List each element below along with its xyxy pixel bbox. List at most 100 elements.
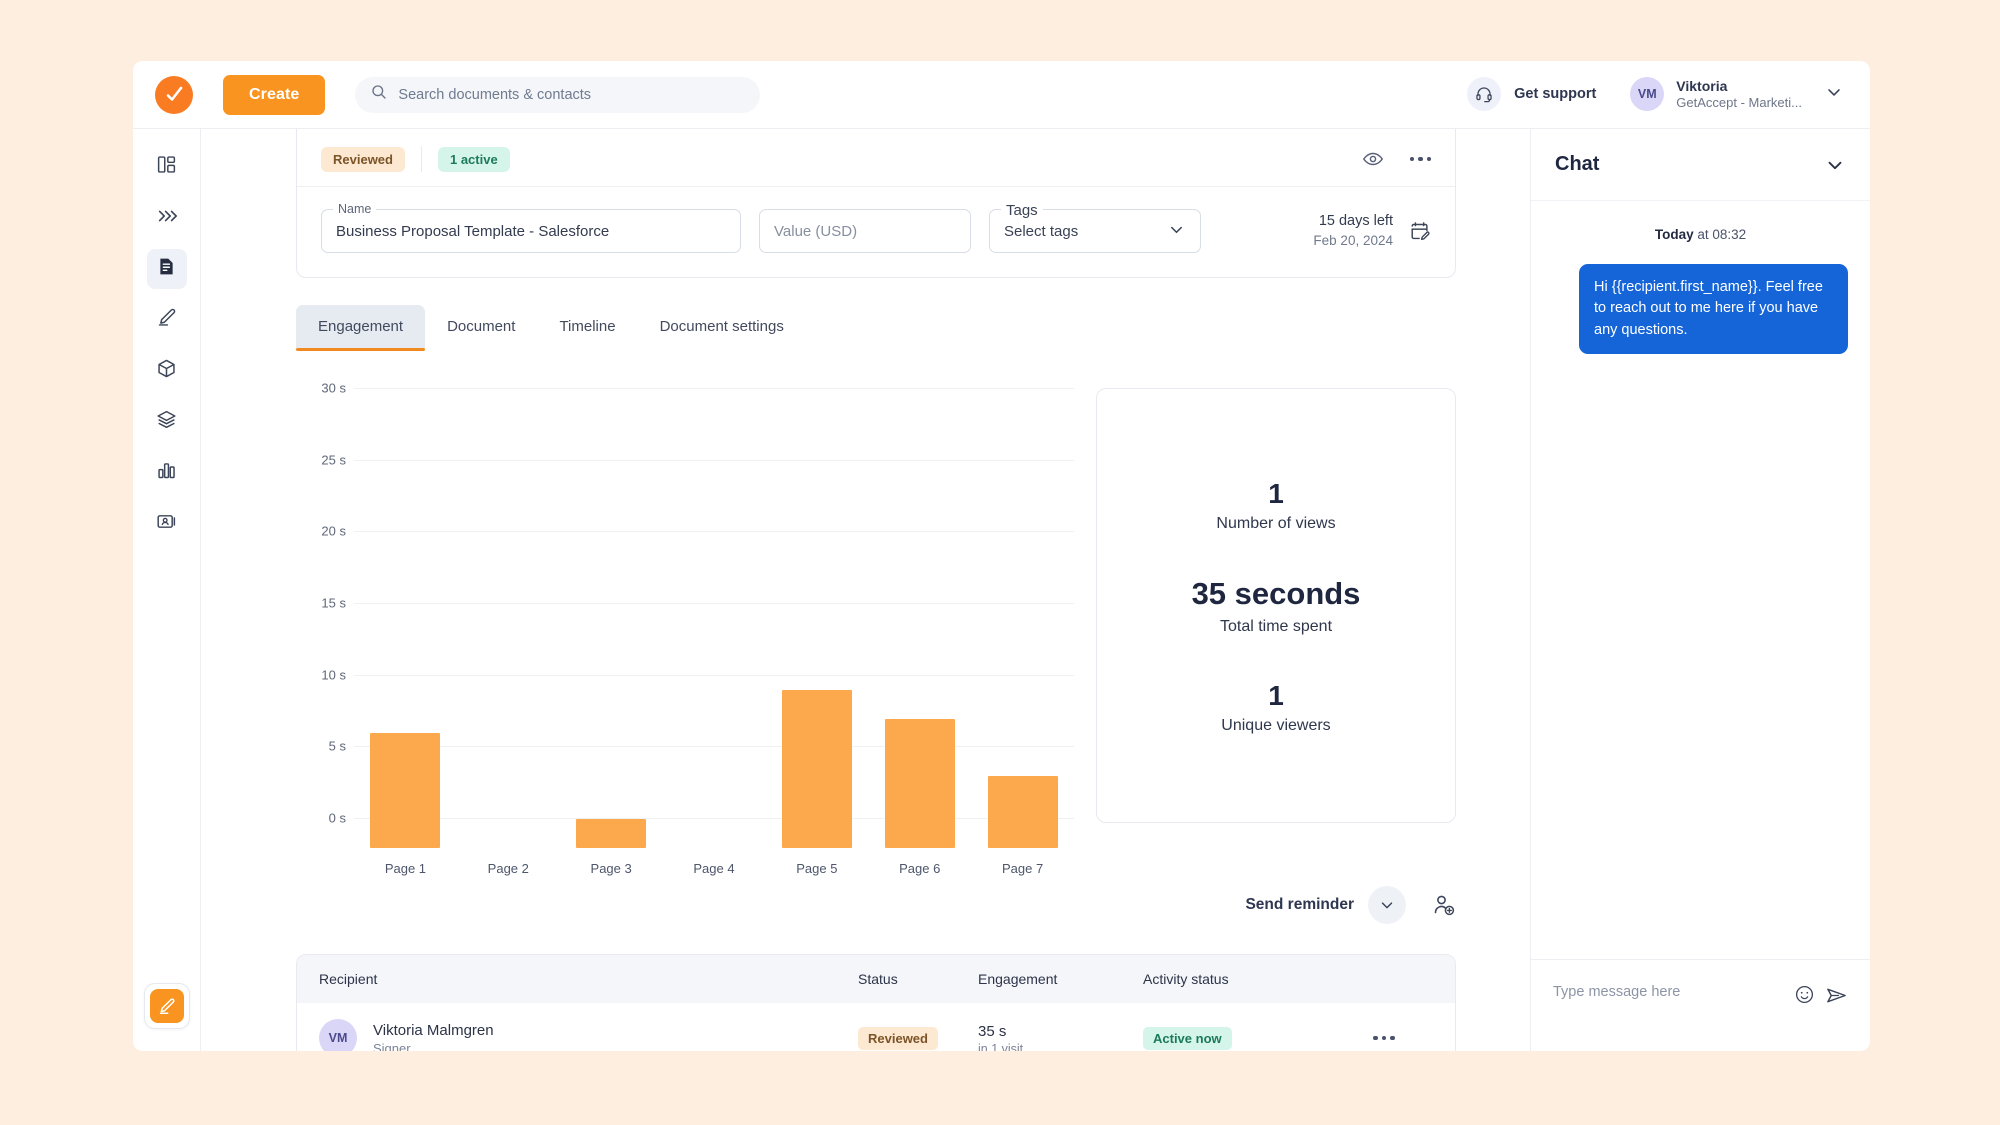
recipient-role: Signer — [373, 1041, 411, 1051]
sidebar-item-content[interactable] — [147, 351, 187, 391]
sidebar-item-analytics[interactable] — [147, 453, 187, 493]
bar-column[interactable]: Page 5 — [765, 418, 868, 876]
document-fields-row: Name Tags Select tags — [297, 187, 1455, 277]
bar[interactable] — [576, 819, 647, 848]
column-engagement: Engagement — [978, 971, 1058, 987]
engagement-stats-card: 1 Number of views 35 seconds Total time … — [1096, 388, 1456, 823]
document-status-row: Reviewed 1 active — [297, 129, 1455, 187]
top-bar-right: Get support VM Viktoria GetAccept - Mark… — [1467, 77, 1844, 112]
recipient-name: Viktoria Malmgren — [373, 1021, 494, 1039]
y-axis-tick-label: 15 s — [321, 595, 346, 611]
chat-panel: Chat Today at 08:32 Hi {{recipient.first… — [1530, 129, 1870, 1051]
search-bar[interactable] — [355, 76, 761, 113]
document-name-field[interactable]: Name — [321, 202, 741, 253]
bar-column[interactable]: Page 4 — [663, 418, 766, 876]
eye-icon[interactable] — [1362, 148, 1384, 170]
more-horizontal-icon[interactable] — [1409, 156, 1431, 162]
total-time-value: 35 seconds — [1191, 576, 1361, 612]
unique-viewers-label: Unique viewers — [1221, 716, 1331, 734]
sidebar-item-dashboard[interactable] — [147, 147, 187, 187]
expiry-block: 15 days left Feb 20, 2024 — [1313, 212, 1431, 250]
sidebar-item-templates[interactable] — [147, 402, 187, 442]
row-actions-cell — [1373, 1035, 1433, 1041]
bar-column[interactable]: Page 6 — [868, 418, 971, 876]
divider — [420, 146, 422, 172]
reminder-actions: Send reminder — [296, 886, 1456, 924]
bar[interactable] — [884, 719, 955, 848]
document-tags-value: Select tags — [1004, 222, 1079, 240]
chevron-down-icon[interactable] — [1167, 220, 1186, 243]
sidebar-item-contacts[interactable] — [147, 504, 187, 544]
tab-timeline[interactable]: Timeline — [537, 305, 637, 348]
y-axis-tick-label: 5 s — [328, 738, 346, 754]
column-activity-status: Activity status — [1143, 971, 1229, 987]
document-value-field[interactable] — [759, 209, 971, 253]
send-paper-plane-icon[interactable] — [1825, 984, 1848, 1007]
main-content: Reviewed 1 active Name Business Proposal… — [201, 129, 1530, 1051]
total-time-label: Total time spent — [1219, 617, 1333, 635]
user-menu[interactable]: VM Viktoria GetAccept - Marketi... — [1630, 77, 1802, 112]
y-axis-tick-label: 20 s — [321, 523, 346, 539]
sidebar-item-pipeline[interactable] — [147, 198, 187, 238]
chat-messages: Today at 08:32 Hi {{recipient.first_name… — [1531, 201, 1870, 959]
sidebar-item-sign[interactable] — [147, 300, 187, 340]
calendar-edit-icon[interactable] — [1409, 220, 1431, 242]
chat-date-time: at 08:32 — [1693, 227, 1747, 242]
bar-series: Page 1 Page 2 Page 3 Page 4 Page 5 Page 6 Page… — [354, 418, 1074, 876]
chat-message-bubble: Hi {{recipient.first_name}}. Feel free t… — [1579, 264, 1848, 355]
smiley-icon[interactable] — [1794, 984, 1815, 1005]
quick-create-button[interactable] — [143, 983, 190, 1029]
grid-line — [354, 388, 1074, 389]
bar[interactable] — [781, 690, 852, 848]
tab-document-settings[interactable]: Document settings — [638, 305, 806, 348]
tab-document[interactable]: Document — [425, 305, 537, 348]
document-tags-label: Tags — [1001, 202, 1043, 219]
unique-viewers-value: 1 — [1268, 679, 1284, 711]
user-info: Viktoria GetAccept - Marketi... — [1676, 77, 1802, 112]
getaccept-check-logo[interactable] — [155, 75, 193, 114]
chat-title: Chat — [1555, 153, 1600, 175]
bar[interactable] — [987, 776, 1058, 848]
get-support-label: Get support — [1514, 86, 1597, 103]
recipient-cell: VM Viktoria Malmgren Signer — [319, 1019, 858, 1051]
tab-engagement[interactable]: Engagement — [296, 305, 426, 351]
create-button[interactable]: Create — [223, 74, 326, 115]
cube-icon — [156, 358, 177, 384]
document-header-card: Reviewed 1 active Name Business Proposal… — [296, 129, 1456, 278]
user-name: Viktoria — [1676, 77, 1728, 94]
document-name-input[interactable] — [336, 222, 726, 240]
app-window: Create Get suppo — [133, 61, 1870, 1051]
bar[interactable] — [370, 733, 441, 848]
user-menu-chevron-down-icon[interactable] — [1824, 82, 1844, 107]
document-tags-select[interactable]: Tags Select tags — [989, 202, 1201, 253]
bar-column[interactable]: Page 3 — [560, 418, 663, 876]
search-icon — [371, 84, 387, 105]
recipients-table-header: Recipient Status Engagement Activity sta… — [297, 955, 1455, 1003]
chat-collapse-chevron-down-icon[interactable] — [1824, 154, 1846, 176]
get-support-button[interactable]: Get support — [1467, 77, 1597, 112]
sign-pen-icon — [156, 307, 177, 333]
engagement-value: 35 s — [978, 1022, 1007, 1040]
table-row[interactable]: VM Viktoria Malmgren Signer Reviewed 35 … — [297, 1003, 1455, 1051]
bar-column[interactable]: Page 7 — [971, 418, 1074, 876]
search-input[interactable] — [398, 86, 745, 103]
column-recipient: Recipient — [319, 971, 378, 987]
document-tabs: Engagement Document Timeline Document se… — [296, 305, 1530, 351]
y-axis-tick-label: 0 s — [328, 810, 346, 826]
expiry-text: 15 days left Feb 20, 2024 — [1313, 212, 1393, 250]
document-value-input[interactable] — [774, 222, 956, 240]
compose-pen-icon — [149, 989, 184, 1023]
bar-column[interactable]: Page 2 — [457, 418, 560, 876]
chat-message-input[interactable] — [1553, 984, 1784, 1000]
expiry-date: Feb 20, 2024 — [1313, 232, 1393, 248]
status-badge: Reviewed — [858, 1026, 938, 1050]
views-value: 1 — [1268, 478, 1284, 510]
more-horizontal-icon[interactable] — [1373, 1035, 1433, 1041]
send-reminder-chevron-down-icon[interactable] — [1368, 886, 1406, 924]
add-person-icon[interactable] — [1432, 893, 1456, 917]
column-status: Status — [858, 971, 898, 987]
contact-card-icon — [156, 511, 177, 537]
sidebar-item-documents[interactable] — [146, 249, 187, 289]
send-reminder-button[interactable]: Send reminder — [1245, 896, 1354, 914]
bar-column[interactable]: Page 1 — [354, 418, 457, 876]
